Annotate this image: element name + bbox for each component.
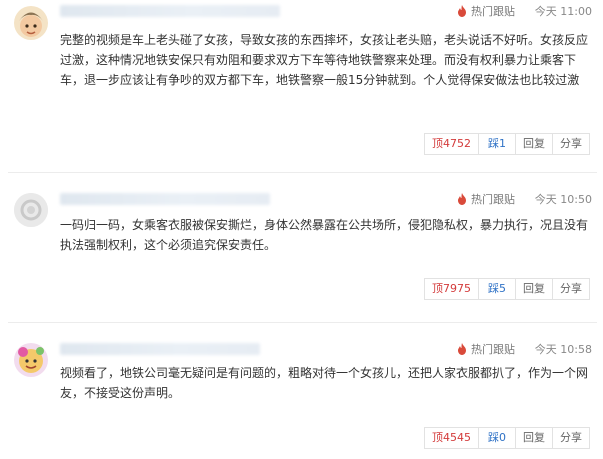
flame-icon [458,343,466,355]
comment-text: 完整的视频是车上老头碰了女孩，导致女孩的东西摔坏，女孩让老头赔，老头说话不好听。… [60,33,589,87]
comment-divider [8,322,597,323]
comment-time: 今天 10:50 [534,193,592,206]
share-button[interactable]: 分享 [552,133,590,155]
downvote-button[interactable]: 踩0 [478,427,516,449]
hot-comment-tag: 热门跟贴 [457,341,515,357]
comment-text: 一码归一码，女乘客衣服被保安撕烂，身体公然暴露在公共场所，侵犯隐私权，暴力执行，… [60,218,589,252]
avatar[interactable] [14,193,48,227]
reply-button[interactable]: 回复 [515,427,553,449]
reply-button[interactable]: 回复 [515,133,553,155]
comment-time: 今天 11:00 [534,5,592,18]
upvote-button[interactable]: 顶7975 [424,278,479,300]
hot-comment-label: 热门跟贴 [471,5,515,18]
comment-item: 热门跟贴 今天 10:58 视频看了，地铁公司毫无疑问是有问题的，粗略对待一个女… [0,338,603,459]
avatar[interactable] [14,343,48,377]
hot-comment-label: 热门跟贴 [471,343,515,356]
comment-actions: 顶4545 踩0 回复 分享 [424,427,590,449]
share-button[interactable]: 分享 [552,427,590,449]
comment-divider [8,172,597,173]
flame-icon [458,5,466,17]
upvote-button[interactable]: 顶4545 [424,427,479,449]
username-blurred [60,5,280,17]
username-blurred [60,343,260,355]
comment-time: 今天 10:58 [534,343,592,356]
comment-actions: 顶7975 踩5 回复 分享 [424,278,590,300]
username-blurred [60,193,270,205]
comment-actions: 顶4752 踩1 回复 分享 [424,133,590,155]
hot-comment-label: 热门跟贴 [471,193,515,206]
downvote-button[interactable]: 踩5 [478,278,516,300]
upvote-button[interactable]: 顶4752 [424,133,479,155]
flame-icon [458,193,466,205]
avatar[interactable] [14,6,48,40]
hot-comment-tag: 热门跟贴 [457,3,515,19]
hot-comment-tag: 热门跟贴 [457,191,515,207]
comment-text: 视频看了，地铁公司毫无疑问是有问题的，粗略对待一个女孩儿，还把人家衣服都扒了，作… [60,366,589,400]
comment-item: 热门跟贴 今天 11:00 完整的视频是车上老头碰了女孩，导致女孩的东西摔坏，女… [0,0,603,160]
share-button[interactable]: 分享 [552,278,590,300]
comment-item: 热门跟贴 今天 10:50 一码归一码，女乘客衣服被保安撕烂，身体公然暴露在公共… [0,188,603,308]
downvote-button[interactable]: 踩1 [478,133,516,155]
reply-button[interactable]: 回复 [515,278,553,300]
